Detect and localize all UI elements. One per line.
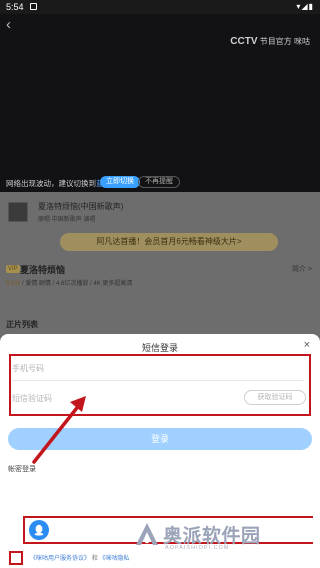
agreement-and: 和 [91, 556, 98, 562]
user-agreement-link[interactable]: 《咪咕用户服务协议》 [30, 556, 90, 562]
vip-badge: VIP [6, 265, 20, 273]
qq-icon[interactable] [29, 520, 49, 540]
back-icon[interactable]: ‹ [6, 17, 20, 32]
no-prompt-button[interactable]: 不再提醒 [138, 176, 180, 188]
qq-penguin-glyph [34, 524, 44, 536]
episode-list-title: 正片列表 [6, 320, 38, 329]
channel-brand: CCTV [230, 36, 258, 47]
promo-banner: 阿凡达首播！会员首月6元畅看神级大片> [60, 233, 278, 251]
video-player[interactable]: ‹ CCTV 节目官方 咪咕 网络出现波动，建议切换到蓝光 立即切换 不再提醒 [0, 14, 320, 192]
login-button[interactable]: 登录 [8, 428, 312, 450]
show-meta-text: / 爱情 剧情 / 4.6亿次播放 / 4K 更多超高清 [20, 281, 133, 287]
channel-logo: CCTV 节目官方 咪咕 [230, 36, 310, 47]
network-tip: 网络出现波动，建议切换到蓝光 [6, 178, 111, 189]
intro-link: 简介 > [291, 266, 312, 273]
watermark-title: 奥派软件园 [163, 526, 261, 547]
login-sheet: 短信登录 × 获取验证码 登录 帐密登录 《咪咕用户服务协议》 和 《咪咕隐私 [0, 334, 320, 568]
signal-battery-icons: ▾◢▮ [296, 2, 314, 11]
channel-app: 节目官方 [259, 37, 292, 46]
switch-quality-button[interactable]: 立即切换 [100, 176, 140, 188]
agreement-checkbox[interactable] [9, 551, 23, 565]
show-score: 8.5分 [6, 281, 21, 287]
privacy-policy-link[interactable]: 《咪咕隐私 [99, 556, 129, 562]
song-title: 夏洛特烦恼(中国新歌声) [38, 202, 124, 211]
watermark-logo-icon [136, 523, 158, 545]
password-login-link[interactable]: 帐密登录 [8, 464, 36, 474]
channel-partner: 咪咕 [294, 37, 310, 46]
network-tip-text: 网络出现波动，建议切换到 [6, 179, 96, 188]
close-icon[interactable]: × [304, 339, 310, 351]
status-bar: 5:54 ▾◢▮ [0, 0, 320, 14]
phone-input[interactable] [12, 357, 304, 381]
sms-code-input[interactable] [12, 386, 232, 410]
get-code-button[interactable]: 获取验证码 [244, 390, 306, 405]
status-time: 5:54 [6, 2, 24, 12]
agreement-text: 《咪咕用户服务协议》 和 《咪咕隐私 [30, 553, 129, 562]
notification-icon [30, 3, 37, 10]
show-title: 夏洛特烦恼 [20, 265, 66, 275]
sheet-title: 短信登录 [141, 343, 178, 353]
song-thumbnail [8, 202, 28, 222]
watermark-url: AOPAISHIOPI.COM [165, 545, 230, 551]
song-subtitle: 原唱 中国新歌声 演唱 [38, 217, 96, 223]
show-meta: 8.5分 / 爱情 剧情 / 4.6亿次播放 / 4K 更多超高清 [6, 278, 132, 287]
